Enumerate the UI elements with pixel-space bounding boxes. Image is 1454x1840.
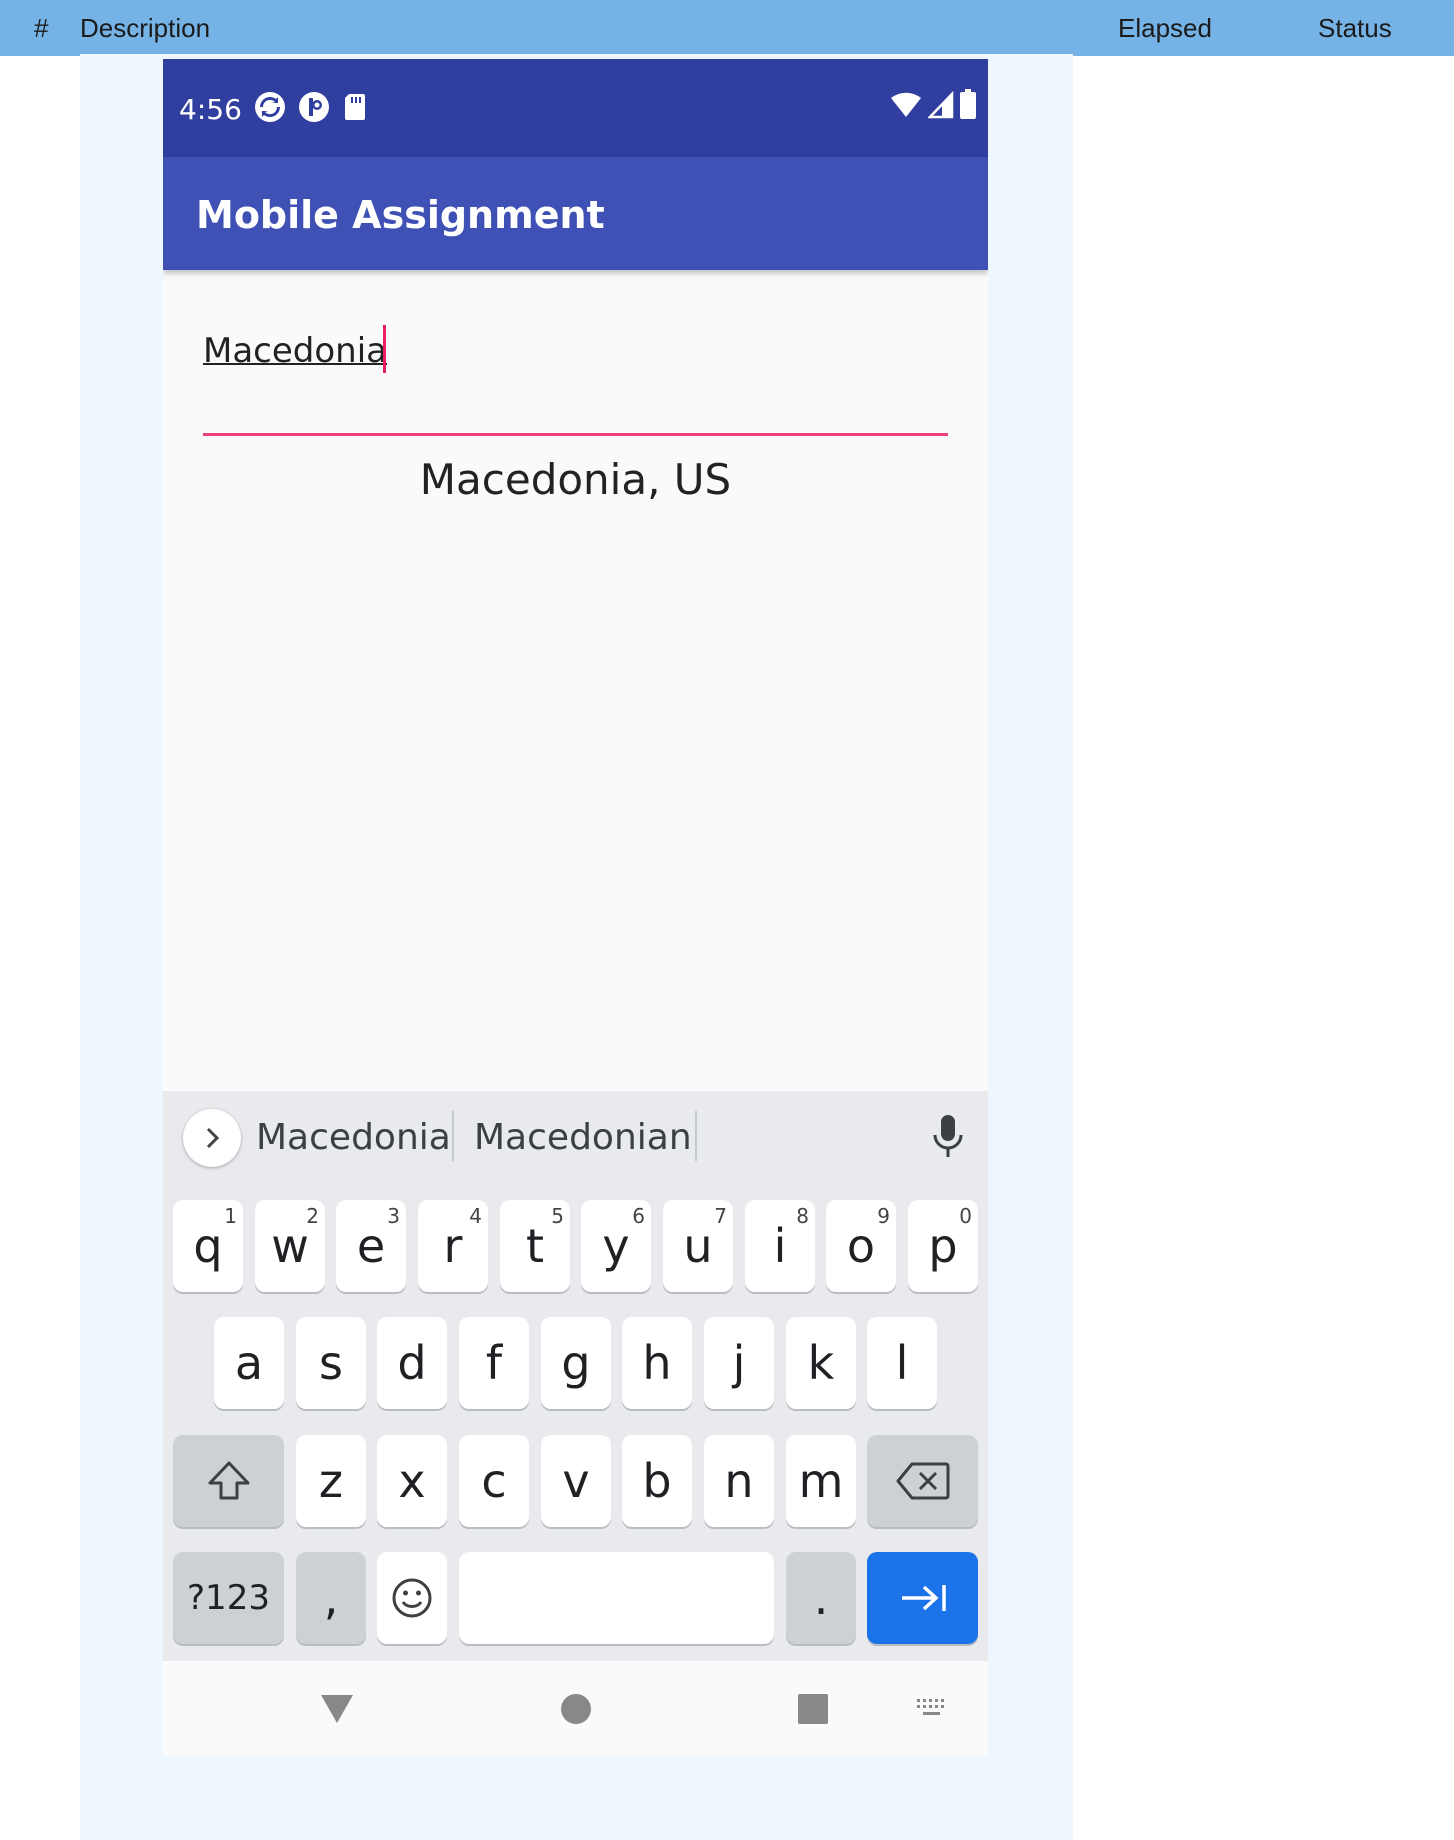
key-m[interactable]: m (786, 1435, 856, 1527)
key-n[interactable]: n (704, 1435, 774, 1527)
key-l[interactable]: l (867, 1317, 937, 1409)
key-z[interactable]: z (296, 1435, 366, 1527)
emoji-icon (392, 1578, 432, 1618)
key-v[interactable]: v (541, 1435, 611, 1527)
key-d[interactable]: d (377, 1317, 447, 1409)
status-notification-icons (253, 90, 369, 124)
shift-key[interactable] (173, 1435, 284, 1527)
key-a[interactable]: a (214, 1317, 284, 1409)
backspace-key[interactable] (867, 1435, 978, 1527)
key-r[interactable]: 4r (418, 1200, 488, 1292)
key-o[interactable]: 9o (826, 1200, 896, 1292)
key-t[interactable]: 5t (500, 1200, 570, 1292)
navigation-bar (163, 1661, 988, 1755)
result-label: Macedonia, US (419, 455, 732, 504)
chevron-right-icon (206, 1127, 220, 1149)
key-x[interactable]: x (377, 1435, 447, 1527)
battery-icon (960, 89, 976, 119)
status-bar: 4:56 (163, 59, 988, 157)
back-icon[interactable] (319, 1693, 355, 1725)
period-key[interactable]: . (786, 1552, 856, 1644)
input-underline (203, 433, 948, 436)
suggestion-divider (695, 1111, 697, 1161)
status-time: 4:56 (179, 93, 242, 126)
column-elapsed: Elapsed (1118, 13, 1212, 43)
emoji-key[interactable] (377, 1552, 447, 1644)
key-p[interactable]: 0p (908, 1200, 978, 1292)
suggestion-divider (452, 1111, 454, 1161)
sd-card-icon (345, 94, 365, 120)
tab-arrow-icon (901, 1585, 946, 1611)
key-c[interactable]: c (459, 1435, 529, 1527)
report-table-header: # Description Elapsed Status (0, 0, 1454, 56)
key-q[interactable]: 1q (173, 1200, 243, 1292)
key-e[interactable]: 3e (336, 1200, 406, 1292)
suggestion-1[interactable]: Macedonia (256, 1117, 451, 1158)
search-input[interactable] (203, 329, 948, 373)
signal-icon (928, 91, 954, 119)
app-icon (299, 92, 329, 122)
sync-icon (255, 92, 285, 122)
key-k[interactable]: k (786, 1317, 856, 1409)
key-b[interactable]: b (622, 1435, 692, 1527)
shift-icon (208, 1461, 249, 1500)
key-j[interactable]: j (704, 1317, 774, 1409)
key-f[interactable]: f (459, 1317, 529, 1409)
column-number: # (34, 13, 49, 43)
soft-keyboard: Macedonia Macedonian 1q 2w 3e 4r 5t 6y 7… (163, 1091, 988, 1661)
space-key[interactable] (459, 1552, 774, 1644)
column-status: Status (1318, 13, 1392, 43)
suggestion-2[interactable]: Macedonian (474, 1117, 692, 1158)
symbols-key[interactable]: ?123 (173, 1552, 284, 1644)
expand-suggestions-button[interactable] (183, 1109, 241, 1167)
backspace-icon (896, 1462, 949, 1500)
search-field[interactable] (203, 315, 948, 439)
recents-icon[interactable] (797, 1693, 829, 1725)
microphone-icon[interactable] (931, 1113, 965, 1159)
key-h[interactable]: h (622, 1317, 692, 1409)
key-u[interactable]: 7u (663, 1200, 733, 1292)
key-i[interactable]: 8i (745, 1200, 815, 1292)
column-description: Description (80, 13, 211, 43)
phone-screen: 4:56 Mobile Assignment Macedonia Macedon… (163, 59, 988, 1755)
next-key[interactable] (867, 1552, 978, 1644)
key-g[interactable]: g (541, 1317, 611, 1409)
key-y[interactable]: 6y (581, 1200, 651, 1292)
status-system-icons (890, 89, 976, 119)
text-caret (383, 325, 386, 373)
keyboard-switch-icon[interactable] (915, 1697, 949, 1721)
wifi-icon (891, 92, 921, 117)
key-s[interactable]: s (296, 1317, 366, 1409)
app-title: Mobile Assignment (196, 193, 605, 237)
key-w[interactable]: 2w (255, 1200, 325, 1292)
comma-key[interactable]: , (296, 1552, 366, 1644)
app-bar: Mobile Assignment (163, 157, 988, 270)
home-icon[interactable] (560, 1693, 592, 1725)
suggestion-strip: Macedonia Macedonian (163, 1091, 988, 1183)
